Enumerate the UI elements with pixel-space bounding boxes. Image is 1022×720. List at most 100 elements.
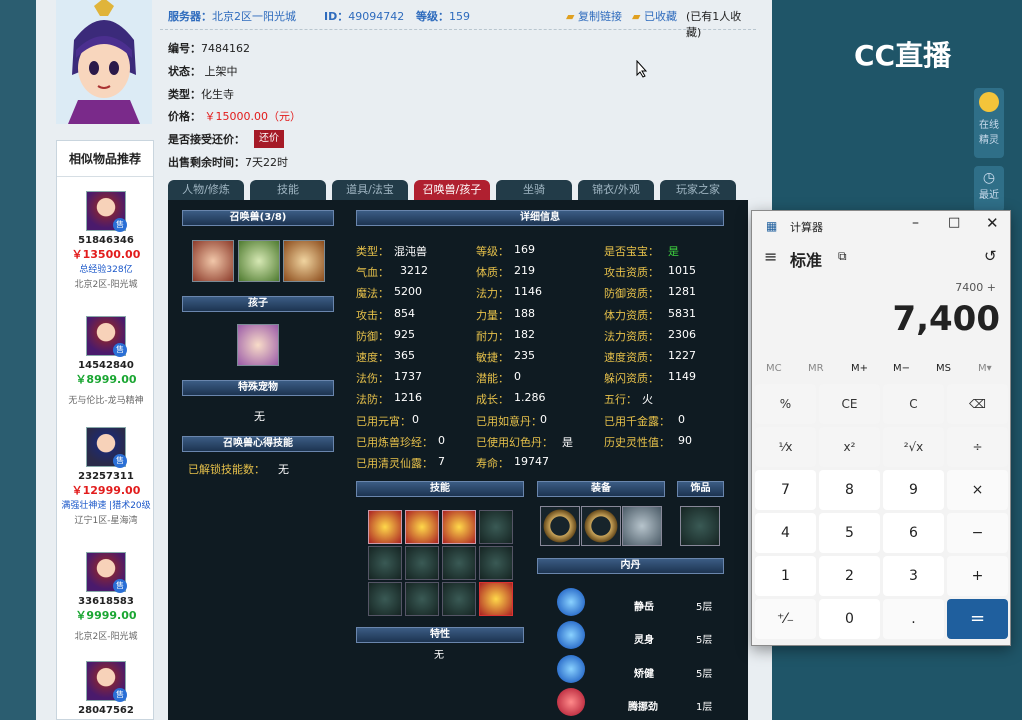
neidan-icon[interactable] xyxy=(557,588,585,616)
server-info: 服务器：北京2区一阳光城 xyxy=(168,10,296,23)
stat-value: 90 xyxy=(678,433,692,447)
key-seven-button[interactable]: 7 xyxy=(755,470,816,510)
key-negate-button[interactable]: ⁺⁄₋ xyxy=(755,599,816,639)
stat-value: 5831 xyxy=(668,306,696,320)
key-add-button[interactable]: + xyxy=(947,556,1008,596)
key-equals-button[interactable]: = xyxy=(947,599,1008,639)
key-backspace-button[interactable]: ⌫ xyxy=(947,384,1008,424)
favorite-button[interactable]: ▰ 已收藏 xyxy=(632,8,677,24)
summon-slot[interactable] xyxy=(238,240,280,282)
similar-item[interactable]: 售 28047562 xyxy=(57,661,155,716)
skill-icon[interactable] xyxy=(442,510,476,544)
key-multiply-button[interactable]: × xyxy=(947,470,1008,510)
listing-header: 服务器：北京2区一阳光城 ID：49094742 等级：159 ▰ 复制链接 ▰… xyxy=(160,0,756,39)
key-one-button[interactable]: 1 xyxy=(755,556,816,596)
neidan-icon[interactable] xyxy=(557,621,585,649)
recent-button[interactable]: ◷ 最近 xyxy=(974,166,1004,212)
tab-character[interactable]: 人物/修炼 xyxy=(168,180,244,200)
memory-store-button[interactable]: MS xyxy=(936,363,951,374)
similar-item-server: 辽宁1区-星海湾 xyxy=(74,516,138,526)
key-square-root-button[interactable]: ²√x xyxy=(883,427,944,467)
maximize-button[interactable]: □ xyxy=(948,215,960,230)
memory-subtract-button[interactable]: M− xyxy=(893,363,910,374)
summon-slot[interactable] xyxy=(283,240,325,282)
similar-item[interactable]: 售 51846346 ￥13500.00 总经验328亿 北京2区-阳光城 xyxy=(57,191,155,290)
stat-value: 1281 xyxy=(668,285,696,299)
detail-tabs: 人物/修炼 技能 道具/法宝 召唤兽/孩子 坐骑 锦衣/外观 玩家之家 xyxy=(168,180,748,200)
armor-equipment[interactable] xyxy=(622,506,662,546)
similar-item[interactable]: 售 33618583 ￥9999.00 北京2区-阳光城 xyxy=(57,552,155,642)
history-icon[interactable]: ↺ xyxy=(984,247,997,265)
skill-icon[interactable] xyxy=(368,510,402,544)
similar-item[interactable]: 售 14542840 ￥8999.00 无与伦比-龙马精神 xyxy=(57,316,155,406)
tab-skills[interactable]: 技能 xyxy=(250,180,326,200)
ring-equipment[interactable] xyxy=(540,506,580,546)
tab-mounts[interactable]: 坐骑 xyxy=(496,180,572,200)
copy-link-button[interactable]: ▰ 复制链接 xyxy=(566,8,622,24)
stat-label: 魔法： xyxy=(356,287,389,301)
close-button[interactable]: ✕ xyxy=(986,214,999,232)
key-zero-button[interactable]: 0 xyxy=(819,599,880,639)
key-clear-button[interactable]: C xyxy=(883,384,944,424)
ornament-header: 饰品 xyxy=(677,481,724,497)
tab-outfits[interactable]: 锦衣/外观 xyxy=(578,180,654,200)
similar-item-id: 33618583 xyxy=(78,596,134,607)
key-divide-button[interactable]: ÷ xyxy=(947,427,1008,467)
key-decimal-button[interactable]: . xyxy=(883,599,944,639)
similar-item-avatar[interactable]: 售 xyxy=(86,191,127,232)
similar-item-note: 满强壮神速 |猎术20级 xyxy=(61,501,151,511)
tab-home[interactable]: 玩家之家 xyxy=(660,180,736,200)
stat-label: 敏捷： xyxy=(476,351,509,364)
keep-on-top-icon[interactable]: ⧉ xyxy=(838,249,847,264)
tab-summons[interactable]: 召唤兽/孩子 xyxy=(414,180,490,200)
stat-label: 成长： xyxy=(476,393,509,407)
equipment-header: 装备 xyxy=(537,481,665,497)
ring-equipment[interactable] xyxy=(581,506,621,546)
key-percent-button[interactable]: % xyxy=(755,384,816,424)
child-header: 孩子 xyxy=(182,296,334,312)
sell-tag: 售 xyxy=(113,579,127,593)
key-five-button[interactable]: 5 xyxy=(819,513,880,553)
memory-recall-button[interactable]: MR xyxy=(808,363,824,374)
memory-clear-button[interactable]: MC xyxy=(766,363,782,374)
expression-display: 7400 + xyxy=(955,281,996,294)
similar-item-avatar[interactable]: 售 xyxy=(86,427,127,468)
result-display: 7,400 xyxy=(892,299,1000,339)
skill-icon[interactable] xyxy=(405,510,439,544)
memory-list-button[interactable]: M▾ xyxy=(978,363,992,374)
similar-item[interactable]: 售 23257311 ￥12999.00 满强壮神速 |猎术20级 辽宁1区-星… xyxy=(57,427,155,526)
key-square-button[interactable]: x² xyxy=(819,427,880,467)
tab-items[interactable]: 道具/法宝 xyxy=(332,180,408,200)
similar-item-avatar[interactable]: 售 xyxy=(86,552,127,593)
lightning-skill-icon[interactable] xyxy=(479,582,513,616)
online-assistant-button[interactable]: 在线 精灵 xyxy=(974,88,1004,158)
favorite-count: (已有1人收藏) xyxy=(686,10,742,39)
key-eight-button[interactable]: 8 xyxy=(819,470,880,510)
child-slot[interactable] xyxy=(237,324,279,366)
summon-slot[interactable] xyxy=(192,240,234,282)
empty-skill-slot xyxy=(479,546,513,580)
stat-value: 0 xyxy=(412,412,419,426)
folder-icon: ▰ xyxy=(632,10,641,23)
similar-item-avatar[interactable]: 售 xyxy=(86,661,127,702)
key-six-button[interactable]: 6 xyxy=(883,513,944,553)
bargain-button[interactable]: 还价 xyxy=(254,130,284,148)
stat-value: 0 xyxy=(678,412,685,426)
key-clear-entry-button[interactable]: CE xyxy=(819,384,880,424)
neidan-icon[interactable] xyxy=(557,655,585,683)
key-three-button[interactable]: 3 xyxy=(883,556,944,596)
neidan-name: 静岳 xyxy=(634,602,654,613)
key-four-button[interactable]: 4 xyxy=(755,513,816,553)
key-subtract-button[interactable]: − xyxy=(947,513,1008,553)
key-two-button[interactable]: 2 xyxy=(819,556,880,596)
status-line: 状态： 上架中 xyxy=(168,65,238,78)
neidan-icon[interactable] xyxy=(557,688,585,716)
minimize-button[interactable]: – xyxy=(912,215,919,231)
memory-add-button[interactable]: M+ xyxy=(851,363,868,374)
key-reciprocal-button[interactable]: ¹⁄x xyxy=(755,427,816,467)
stat-value: 854 xyxy=(394,306,415,320)
similar-item-avatar[interactable]: 售 xyxy=(86,316,127,357)
key-nine-button[interactable]: 9 xyxy=(883,470,944,510)
stat-value: 1216 xyxy=(394,391,422,405)
hamburger-menu-icon[interactable]: ≡ xyxy=(764,247,777,266)
